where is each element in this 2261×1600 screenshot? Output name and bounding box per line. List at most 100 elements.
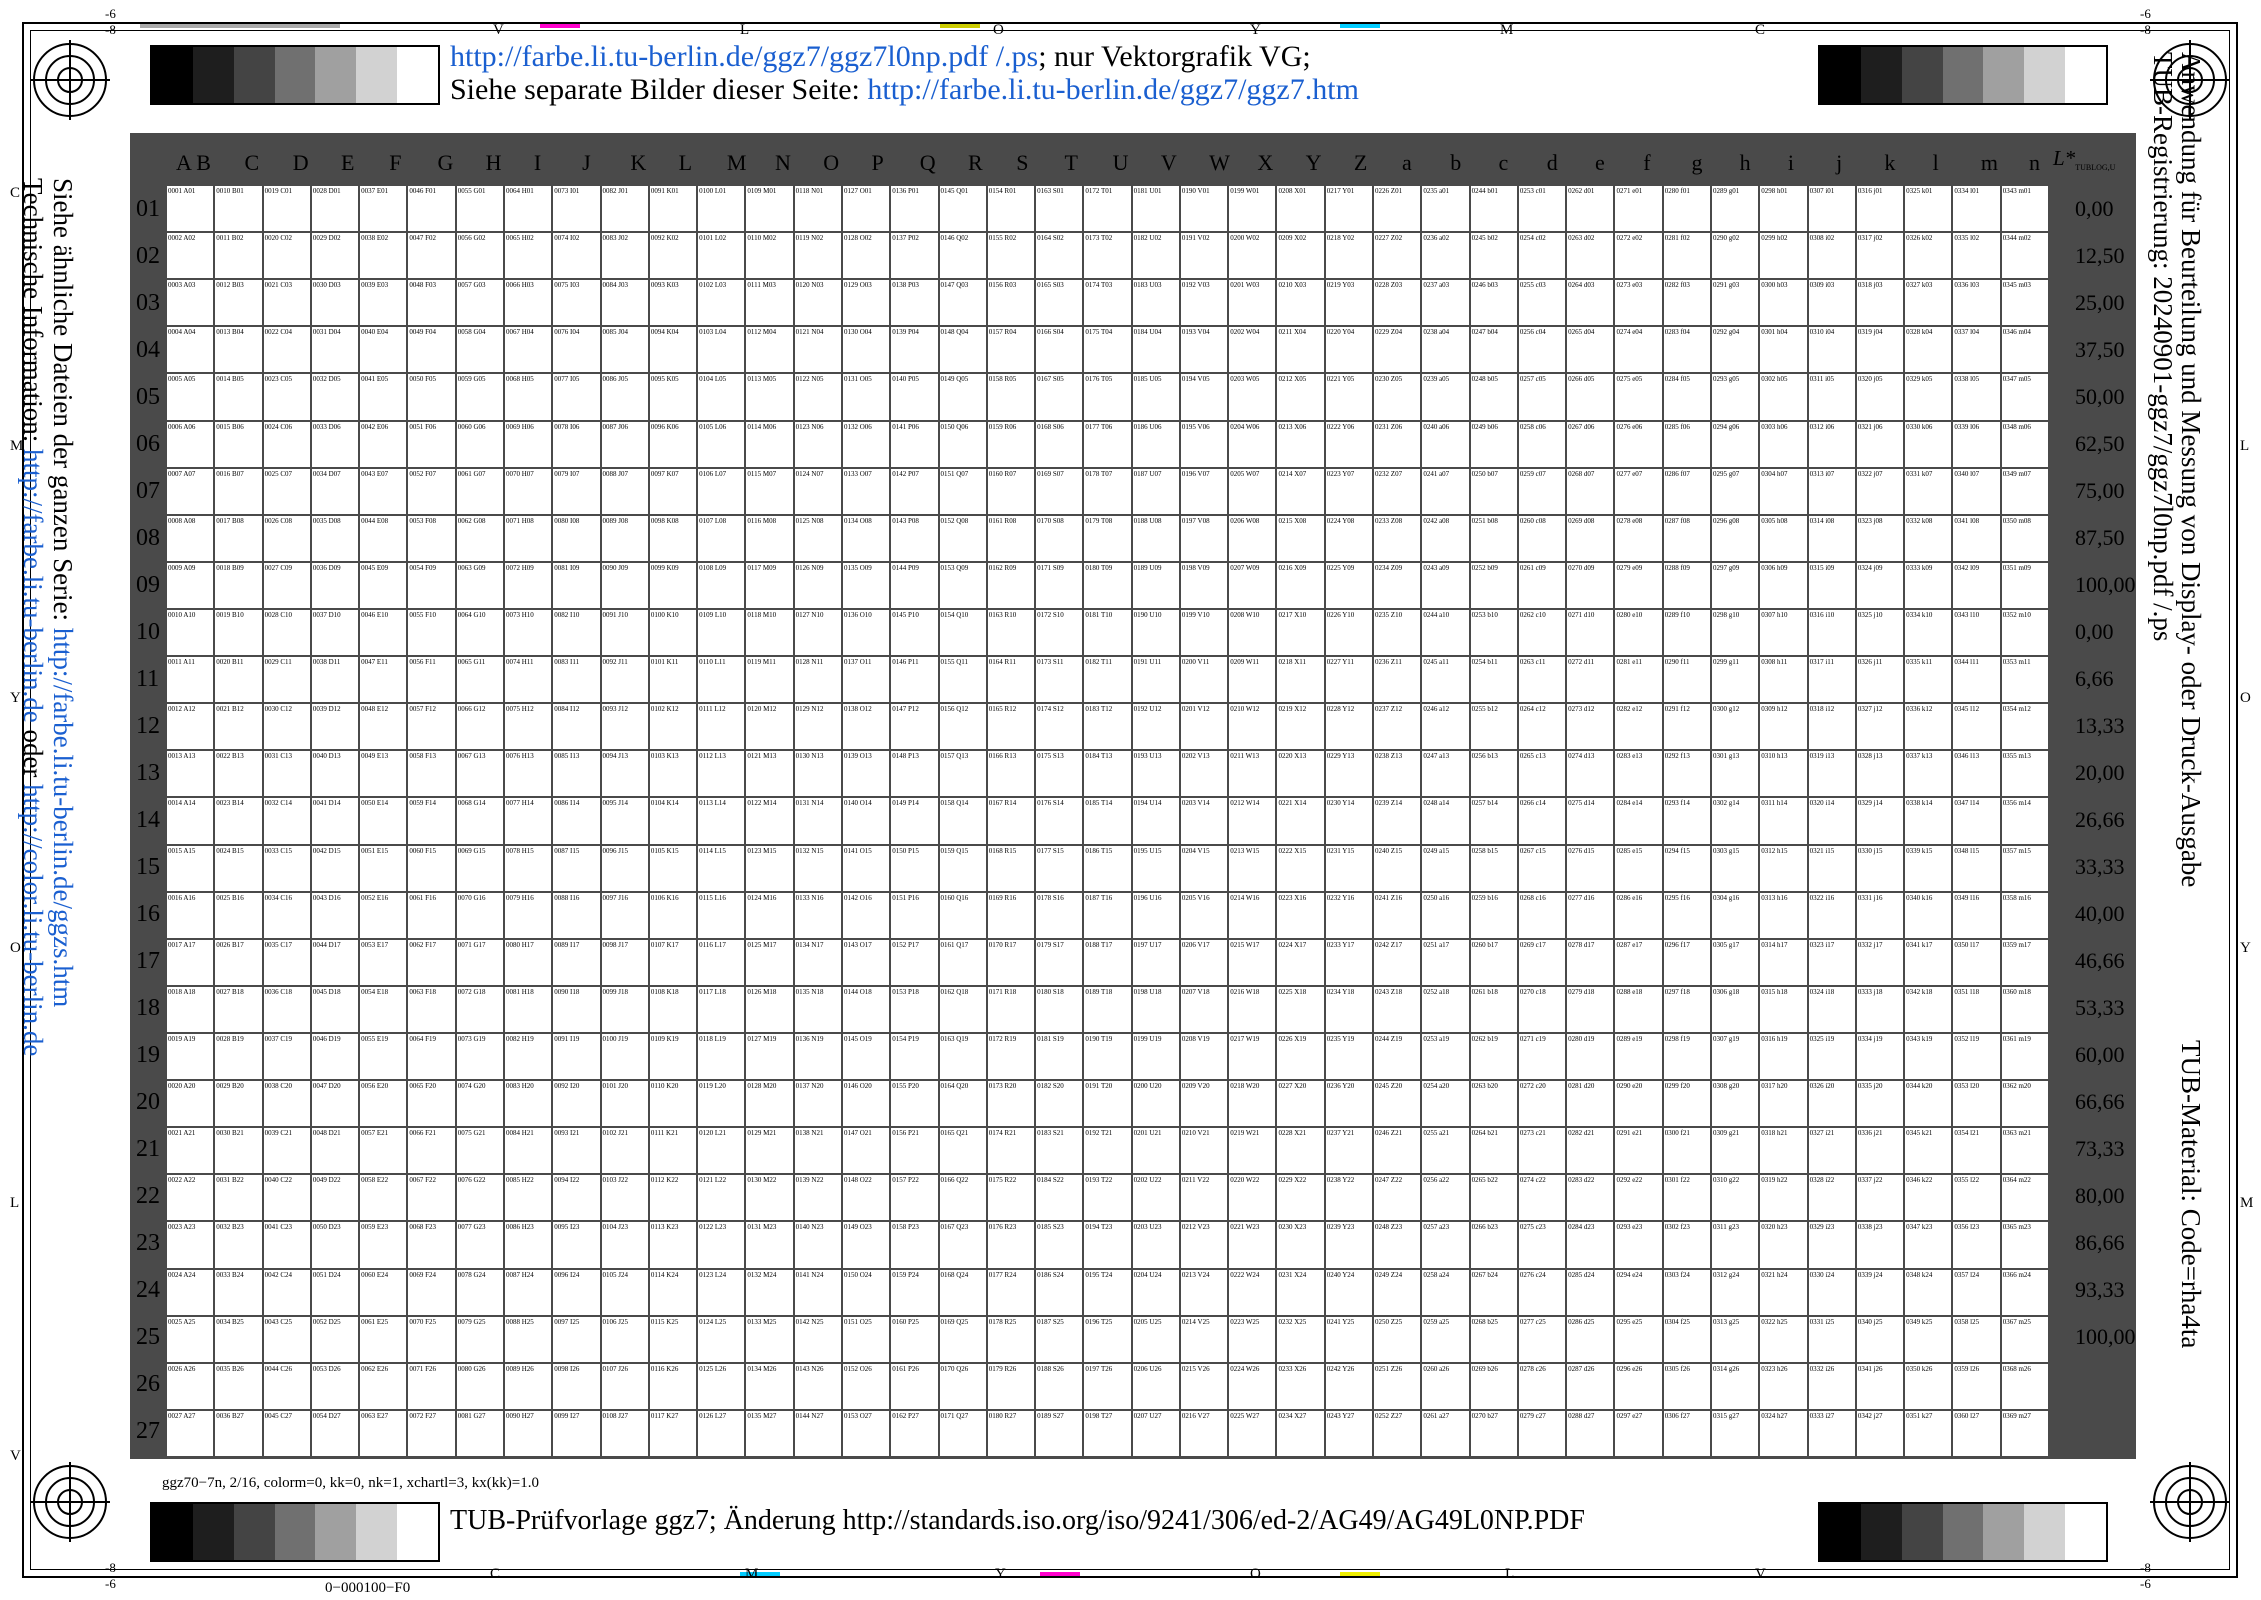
color-patch: 0204 V15	[1180, 845, 1228, 891]
row-header: 25	[136, 1324, 160, 1351]
color-patch: 0296 g08	[1712, 515, 1759, 561]
color-patch: 0181 U01	[1132, 186, 1179, 232]
color-patch: 0260 c08	[1518, 515, 1566, 561]
color-patch: 0314 i08	[1808, 515, 1855, 561]
grayscale-step	[2065, 1504, 2107, 1560]
color-patch: 0143 N26	[794, 1363, 841, 1409]
header-pdf-link[interactable]: http://farbe.li.tu-berlin.de/ggz7/ggz7l0…	[450, 40, 1038, 73]
color-patch: 0175 S13	[1036, 751, 1083, 797]
color-patch: 0007 A07	[167, 468, 214, 514]
color-patch: 0215 V26	[1180, 1363, 1228, 1409]
color-patch: 0234 Z09	[1374, 562, 1421, 608]
color-patch: 0250 a16	[1422, 892, 1469, 938]
color-patch: 0146 O20	[842, 1081, 890, 1127]
color-patch: 0021 B12	[215, 704, 262, 750]
color-patch: 0354 m12	[2001, 704, 2048, 750]
color-patch: 0003 A03	[167, 280, 214, 326]
color-patch: 0119 N02	[794, 233, 841, 279]
color-patch: 0045 E09	[360, 562, 407, 608]
color-patch: 0058 F13	[408, 751, 455, 797]
color-patch: 0090 J09	[601, 562, 648, 608]
registration-mark-icon	[30, 40, 110, 120]
color-patch: 0259 a25	[1422, 1316, 1469, 1362]
corner-label: -8	[2140, 1560, 2151, 1575]
color-patch: 0047 D20	[311, 1081, 359, 1127]
color-patch: 0115 M07	[746, 468, 793, 514]
color-patch: 0345 l12	[1953, 704, 2000, 750]
color-patch: 0136 N19	[794, 1033, 841, 1080]
color-patch: 0193 V04	[1180, 327, 1228, 373]
color-patch: 0117 L18	[698, 986, 745, 1032]
color-patch: 0263 c11	[1518, 657, 1566, 703]
color-patch: 0292 f13	[1663, 751, 1711, 797]
color-patch: 0200 U20	[1132, 1081, 1179, 1127]
color-patch: 0264 d03	[1567, 280, 1614, 326]
color-patch: 0240 Z15	[1374, 845, 1421, 891]
color-patch: 0049 F04	[408, 327, 455, 373]
color-patch: 0237 Z12	[1374, 704, 1421, 750]
left-tech-link-2[interactable]: http://color.li.tu-berlin.de	[18, 784, 48, 1056]
color-patch: 0220 X13	[1277, 751, 1324, 797]
lstar-value: 86,66	[2075, 1230, 2125, 1256]
lstar-value: 93,33	[2075, 1277, 2125, 1303]
header-htm-link[interactable]: http://farbe.li.tu-berlin.de/ggz7/ggz7.h…	[867, 73, 1359, 106]
color-patch: 0318 j03	[1856, 280, 1904, 326]
edge-right-m: M	[2240, 1195, 2254, 1211]
color-patch: 0260 a26	[1422, 1363, 1469, 1409]
color-patch: 0126 L27	[698, 1410, 745, 1456]
column-header: l	[1932, 150, 1939, 175]
color-patch: 0106 K16	[649, 892, 697, 938]
color-patch: 0037 E01	[360, 186, 407, 232]
color-patch: 0075 H12	[504, 704, 552, 750]
color-patch: 0138 N21	[794, 1128, 841, 1174]
color-patch: 0247 b04	[1470, 327, 1517, 373]
color-patch: 0277 c25	[1518, 1316, 1566, 1362]
color-patch: 0088 J07	[601, 468, 648, 514]
color-patch: 0299 f20	[1663, 1081, 1711, 1127]
color-patch: 0331 j16	[1856, 892, 1904, 938]
color-patch: 0321 i15	[1808, 845, 1855, 891]
color-patch: 0323 h26	[1760, 1363, 1807, 1409]
color-patch: 0068 G14	[456, 798, 503, 844]
color-patch: 0118 M10	[746, 609, 793, 656]
color-patch: 0172 T01	[1084, 186, 1131, 232]
color-patch: 0077 I05	[553, 374, 600, 420]
color-patch: 0295 e25	[1615, 1316, 1662, 1362]
color-patch: 0195 T24	[1084, 1269, 1131, 1315]
color-patch: 0096 J15	[601, 845, 648, 891]
color-patch: 0298 h01	[1760, 186, 1807, 232]
color-patch: 0127 N10	[794, 609, 841, 656]
color-patch: 0230 X23	[1277, 1222, 1324, 1268]
edge-left-l: L	[10, 1195, 20, 1211]
color-patch: 0189 U09	[1132, 562, 1179, 608]
color-patch: 0270 d09	[1567, 562, 1614, 608]
color-patch: 0307 h10	[1760, 609, 1807, 656]
color-patch: 0005 A05	[167, 374, 214, 420]
color-patch: 0203 V14	[1180, 798, 1228, 844]
color-patch: 0125 M17	[746, 939, 793, 985]
column-header: d	[1546, 150, 1558, 175]
color-patch: 0162 R09	[987, 562, 1035, 608]
color-patch: 0275 e05	[1615, 374, 1662, 420]
color-patch: 0032 C14	[263, 798, 310, 844]
color-patch: 0166 Q22	[939, 1175, 986, 1221]
color-patch: 0273 d12	[1567, 704, 1614, 750]
color-patch: 0020 B11	[215, 657, 262, 703]
color-patch: 0108 J27	[601, 1410, 648, 1456]
color-patch: 0203 U23	[1132, 1222, 1179, 1268]
edge-top-y: Y	[1250, 22, 1261, 38]
color-patch: 0267 b24	[1470, 1269, 1517, 1315]
color-patch: 0278 c26	[1518, 1363, 1566, 1409]
color-patch: 0039 E03	[360, 280, 407, 326]
color-patch: 0292 g04	[1712, 327, 1759, 373]
color-patch: 0202 W04	[1229, 327, 1276, 373]
color-patch: 0198 T27	[1084, 1410, 1131, 1456]
corner-label: -6	[2140, 6, 2151, 21]
color-patch: 0031 D04	[311, 327, 359, 373]
grayscale-step	[233, 1504, 275, 1560]
color-patch: 0344 k20	[1905, 1081, 1952, 1127]
color-patch: 0333 j18	[1856, 986, 1904, 1032]
color-patch: 0177 T06	[1084, 421, 1131, 467]
left-series-link[interactable]: http://farbe.li.tu-berlin.de/ggzs.htm	[48, 628, 78, 1007]
left-tech-link-1[interactable]: http://farbe.li.tu-berlin.de	[18, 449, 48, 723]
